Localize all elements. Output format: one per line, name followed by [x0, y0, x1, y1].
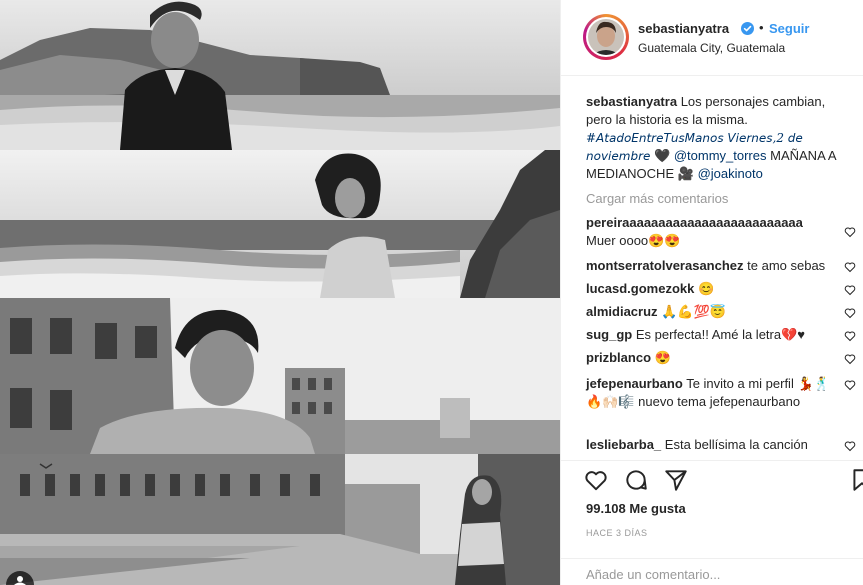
- comment-text: te amo sebas: [747, 258, 826, 273]
- comment-text: Es perfecta!! Amé la letra💔♥: [635, 327, 805, 342]
- likes-count[interactable]: 99.108 Me gusta: [586, 501, 686, 516]
- username-link[interactable]: sebastianyatra: [638, 21, 729, 36]
- comment-item: prizblanco 😍: [586, 349, 836, 367]
- mention-tommy-torres[interactable]: @tommy_torres: [674, 148, 767, 163]
- add-comment-input[interactable]: [586, 567, 846, 582]
- comment-username[interactable]: prizblanco: [586, 350, 651, 365]
- post-actions: 99.108 Me gusta HACE 3 DÍAS: [561, 460, 863, 585]
- comment-heart-icon[interactable]: [844, 353, 856, 365]
- bookmark-icon[interactable]: [849, 467, 863, 493]
- user-tag-icon[interactable]: [0, 561, 40, 585]
- comment-username[interactable]: lucasd.gomezokk: [586, 281, 694, 296]
- share-icon[interactable]: [663, 467, 689, 493]
- comment-text: 😍: [654, 350, 671, 365]
- comment-heart-icon[interactable]: [844, 226, 856, 238]
- post-header: sebastianyatra • Seguir Guatemala City, …: [561, 0, 863, 76]
- comment-text: Muer oooo😍😍: [586, 233, 681, 248]
- photo-buildings: [0, 298, 560, 454]
- comment-username[interactable]: pereiraaaaaaaaaaaaaaaaaaaaaaaaa: [586, 215, 803, 230]
- caption-username[interactable]: sebastianyatra: [586, 94, 677, 109]
- follow-button[interactable]: Seguir: [769, 21, 809, 36]
- comment-icon[interactable]: [623, 467, 649, 493]
- comment-item: pereiraaaaaaaaaaaaaaaaaaaaaaaaa Muer ooo…: [586, 214, 836, 250]
- avatar[interactable]: [583, 14, 629, 60]
- post-timestamp[interactable]: HACE 3 DÍAS: [586, 528, 648, 538]
- comment-item: lesliebarba_ Esta bellísima la canción: [586, 436, 836, 454]
- load-more-comments[interactable]: Cargar más comentarios: [586, 191, 728, 206]
- comment-username[interactable]: lesliebarba_: [586, 437, 661, 452]
- photo-frame-2: [0, 150, 560, 298]
- photo-cliffs: [0, 0, 560, 150]
- post-image[interactable]: [0, 0, 560, 585]
- comment-item: sug_gp Es perfecta!! Amé la letra💔♥: [586, 326, 836, 344]
- comment-text: 🙏💪💯😇: [661, 304, 726, 319]
- caption: sebastianyatra Los personajes cambian, p…: [586, 93, 836, 183]
- comment-item: montserratolverasanchez te amo sebas: [586, 257, 836, 275]
- comment-heart-icon[interactable]: [844, 307, 856, 319]
- comment-username[interactable]: almidiacruz: [586, 304, 658, 319]
- comments-list[interactable]: sebastianyatra Los personajes cambian, p…: [561, 77, 863, 460]
- photo-frame-4: [0, 454, 560, 585]
- verified-icon: [741, 22, 754, 35]
- comment-heart-icon[interactable]: [844, 284, 856, 296]
- comment-username[interactable]: sug_gp: [586, 327, 632, 342]
- comment-heart-icon[interactable]: [844, 261, 856, 273]
- comment-item: jefepenaurbano Te invito a mi perfil 💃🕺🔥…: [586, 375, 836, 411]
- location-link[interactable]: Guatemala City, Guatemala: [638, 41, 785, 55]
- heart-outline-icon[interactable]: [583, 467, 609, 493]
- photo-plaza: [0, 454, 560, 585]
- comment-heart-icon[interactable]: [844, 330, 856, 342]
- comment-item: lucasd.gomezokk 😊: [586, 280, 836, 298]
- add-comment-bar: [561, 558, 863, 585]
- comment-heart-icon[interactable]: [844, 379, 856, 391]
- post-sidebar: sebastianyatra • Seguir Guatemala City, …: [560, 0, 863, 585]
- photo-frame-3: [0, 298, 560, 454]
- comment-text: Esta bellísima la canción: [664, 437, 808, 452]
- comment-username[interactable]: jefepenaurbano: [586, 376, 683, 391]
- comment-username[interactable]: montserratolverasanchez: [586, 258, 744, 273]
- mention-joakinoto[interactable]: @joakinoto: [698, 166, 763, 181]
- photo-frame-1: [0, 0, 560, 150]
- photo-sea: [0, 150, 560, 298]
- separator-dot: •: [759, 20, 764, 35]
- comment-item: almidiacruz 🙏💪💯😇: [586, 303, 836, 321]
- camera-emoji: 🎥: [677, 166, 694, 181]
- black-heart-emoji: 🖤: [654, 148, 671, 163]
- comment-heart-icon[interactable]: [844, 440, 856, 452]
- comment-text: 😊: [698, 281, 715, 296]
